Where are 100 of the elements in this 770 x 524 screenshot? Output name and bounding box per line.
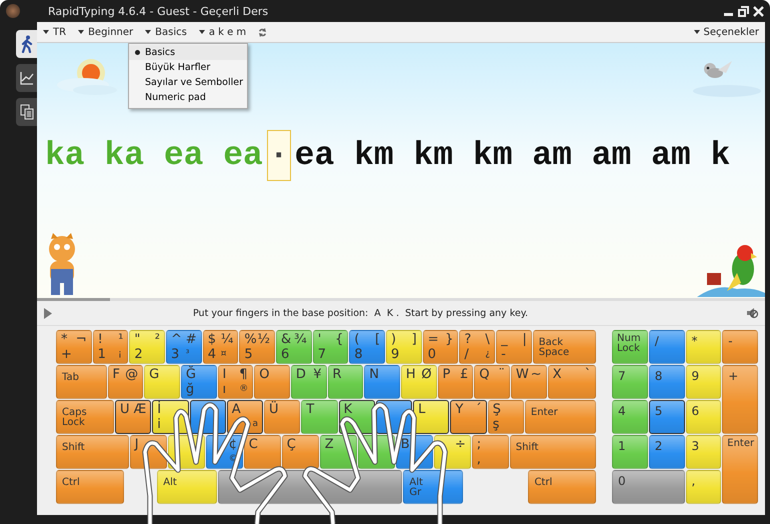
close-icon[interactable] — [753, 6, 764, 16]
key-legend: 4 — [208, 348, 221, 361]
keypad-key: 5 — [648, 400, 684, 434]
key-legend: F — [112, 368, 126, 381]
keyboard-key: Shift — [510, 435, 596, 469]
key-legend: B — [400, 438, 428, 451]
play-icon[interactable] — [43, 308, 53, 318]
key-legend: X — [552, 368, 585, 381]
key-legend: P — [442, 368, 460, 381]
refresh-icon[interactable] — [258, 26, 268, 38]
key-legend: ) — [391, 333, 412, 346]
key-legend: } — [445, 333, 454, 346]
key-legend: ³ — [186, 350, 197, 359]
text-cursor: · — [266, 130, 291, 181]
keypad-key: 6 — [686, 400, 722, 434]
key-legend: / — [464, 348, 486, 361]
key-legend: * — [61, 333, 76, 346]
key-legend: L — [418, 403, 444, 416]
key-legend: R — [332, 368, 358, 381]
key-legend: ® — [239, 385, 248, 394]
instruction-text: Put your fingers in the base position: A K . Start by pressing any key. — [192, 308, 529, 318]
key-legend: ¢ — [228, 438, 238, 451]
keypad-key: 7 — [612, 365, 648, 399]
key-legend: ¹ — [118, 333, 124, 346]
keyboard-key: Alt — [157, 470, 217, 504]
key-legend: 1 — [98, 348, 118, 361]
menu-item[interactable]: Sayılar ve Semboller — [129, 75, 247, 90]
menu-dropdown[interactable]: Beginner — [78, 26, 134, 38]
key-legend: ı — [222, 383, 240, 396]
key-legend: ¡ — [118, 350, 124, 359]
keyboard-key: Back Space — [532, 330, 596, 364]
key-legend: ¤ — [220, 350, 234, 359]
sidebar-button[interactable] — [16, 98, 37, 126]
key-legend: D — [296, 368, 314, 381]
key-legend: a — [252, 420, 258, 429]
restore-icon[interactable] — [738, 6, 749, 16]
key-legend: Z — [324, 438, 352, 451]
key-legend: $ — [208, 333, 221, 346]
key-legend: 9 — [391, 348, 412, 361]
key-legend: ¶ — [239, 368, 248, 381]
key-legend: - — [501, 348, 522, 361]
keyboard-key: Caps Lock — [56, 400, 114, 434]
key-legend: ¥ — [313, 368, 322, 381]
key-legend: 0 — [428, 348, 446, 361]
key-legend: 5 — [244, 348, 258, 361]
speaker-icon[interactable] — [746, 307, 759, 319]
keypad-key: * — [686, 330, 722, 364]
lesson-text: ea km km km am am am k — [294, 137, 730, 174]
key-legend: ~ — [530, 368, 542, 381]
keyboard-key: Enter — [524, 400, 596, 434]
key-legend: 8 — [354, 348, 375, 361]
keypad-key: 9 — [686, 365, 722, 399]
menu-dropdown[interactable]: TR — [43, 26, 66, 38]
sidebar-button[interactable] — [16, 30, 37, 58]
walking-person-icon — [20, 35, 32, 53]
options-menu[interactable]: Seçenekler — [694, 26, 759, 38]
key-legend: ½ — [257, 333, 270, 346]
key-legend: " — [134, 333, 155, 346]
keypad-key: / — [648, 330, 684, 364]
key-legend: ´ — [475, 403, 482, 416]
keyboard-key: Ctrl — [528, 470, 596, 504]
key-legend: % — [244, 333, 258, 346]
keypad-key: 2 — [648, 435, 684, 469]
keypad-key: - — [722, 330, 758, 364]
keypad-key: 3 — [686, 435, 722, 469]
key-legend: 2 — [134, 348, 155, 361]
key-legend: Y — [455, 403, 476, 416]
sidebar-button[interactable] — [16, 64, 37, 92]
menu-item[interactable]: Basics — [129, 45, 247, 60]
key-legend: ¿ — [485, 350, 490, 359]
key-legend: ? — [464, 333, 486, 346]
key-legend: C — [248, 438, 276, 451]
key-legend: ¾ — [294, 333, 307, 346]
keyboard-key: Ctrl — [56, 470, 124, 504]
keyboard-key: Shift — [56, 435, 129, 469]
key-legend: Ü — [269, 403, 296, 416]
key-legend: A — [232, 403, 253, 416]
menu-item[interactable]: Numeric pad — [129, 90, 247, 105]
key-legend: J — [134, 438, 162, 451]
key-legend: Æ — [134, 403, 146, 416]
key-legend: K — [344, 403, 370, 416]
typed-text: ka ka ea ea — [45, 137, 263, 174]
key-legend: U — [120, 403, 134, 416]
menu-dropdown[interactable]: Basics — [145, 26, 187, 38]
key-legend: ( — [354, 333, 375, 346]
key-legend: ¬ — [76, 333, 87, 346]
key-legend: £ — [460, 368, 468, 381]
documents-icon — [20, 104, 34, 120]
key-legend: Ğ — [186, 368, 212, 381]
keypad-key: 4 — [612, 400, 648, 434]
menu-item[interactable]: Büyük Harfler — [129, 60, 247, 75]
key-legend: O — [259, 368, 285, 381]
key-legend: , — [476, 453, 504, 466]
key-legend: # — [186, 333, 197, 346]
key-legend: _ — [501, 333, 522, 346]
keypad-key: 1 — [612, 435, 648, 469]
key-legend: Ø — [421, 368, 432, 381]
key-legend: i — [157, 418, 184, 431]
menu-dropdown[interactable]: a k e m — [198, 26, 246, 38]
key-legend: = — [428, 333, 446, 346]
